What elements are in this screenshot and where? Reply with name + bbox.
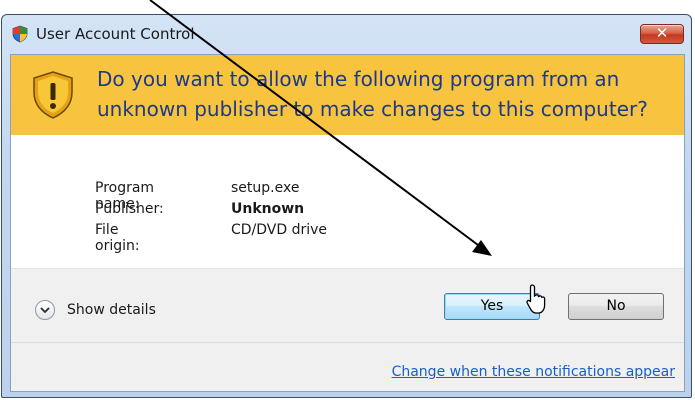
footer-divider <box>11 342 684 343</box>
file-origin-value: CD/DVD drive <box>231 222 328 238</box>
publisher-value: Unknown <box>231 201 305 217</box>
title-bar: User Account Control ✕ <box>2 15 691 49</box>
show-details-label[interactable]: Show details <box>67 302 156 318</box>
dialog-body: Do you want to allow the following progr… <box>10 54 685 392</box>
chevron-down-icon[interactable] <box>35 300 55 320</box>
uac-dialog: User Account Control ✕ Do you want to al… <box>1 14 692 398</box>
uac-question: Do you want to allow the following progr… <box>97 67 648 121</box>
dialog-footer: Show details Yes No Change when these no… <box>11 269 684 391</box>
warning-shield-icon <box>33 71 73 119</box>
publisher-label: Publisher: <box>95 201 164 217</box>
program-name-value: setup.exe <box>231 180 300 196</box>
file-origin-label: File origin: <box>95 222 140 254</box>
change-notifications-link[interactable]: Change when these notifications appear <box>392 364 675 380</box>
window-title: User Account Control <box>36 25 195 43</box>
no-button[interactable]: No <box>568 293 664 320</box>
close-button[interactable]: ✕ <box>640 24 684 44</box>
mouse-pointer-icon <box>526 284 546 314</box>
uac-shield-icon <box>12 25 28 43</box>
warning-banner: Do you want to allow the following progr… <box>11 55 684 135</box>
